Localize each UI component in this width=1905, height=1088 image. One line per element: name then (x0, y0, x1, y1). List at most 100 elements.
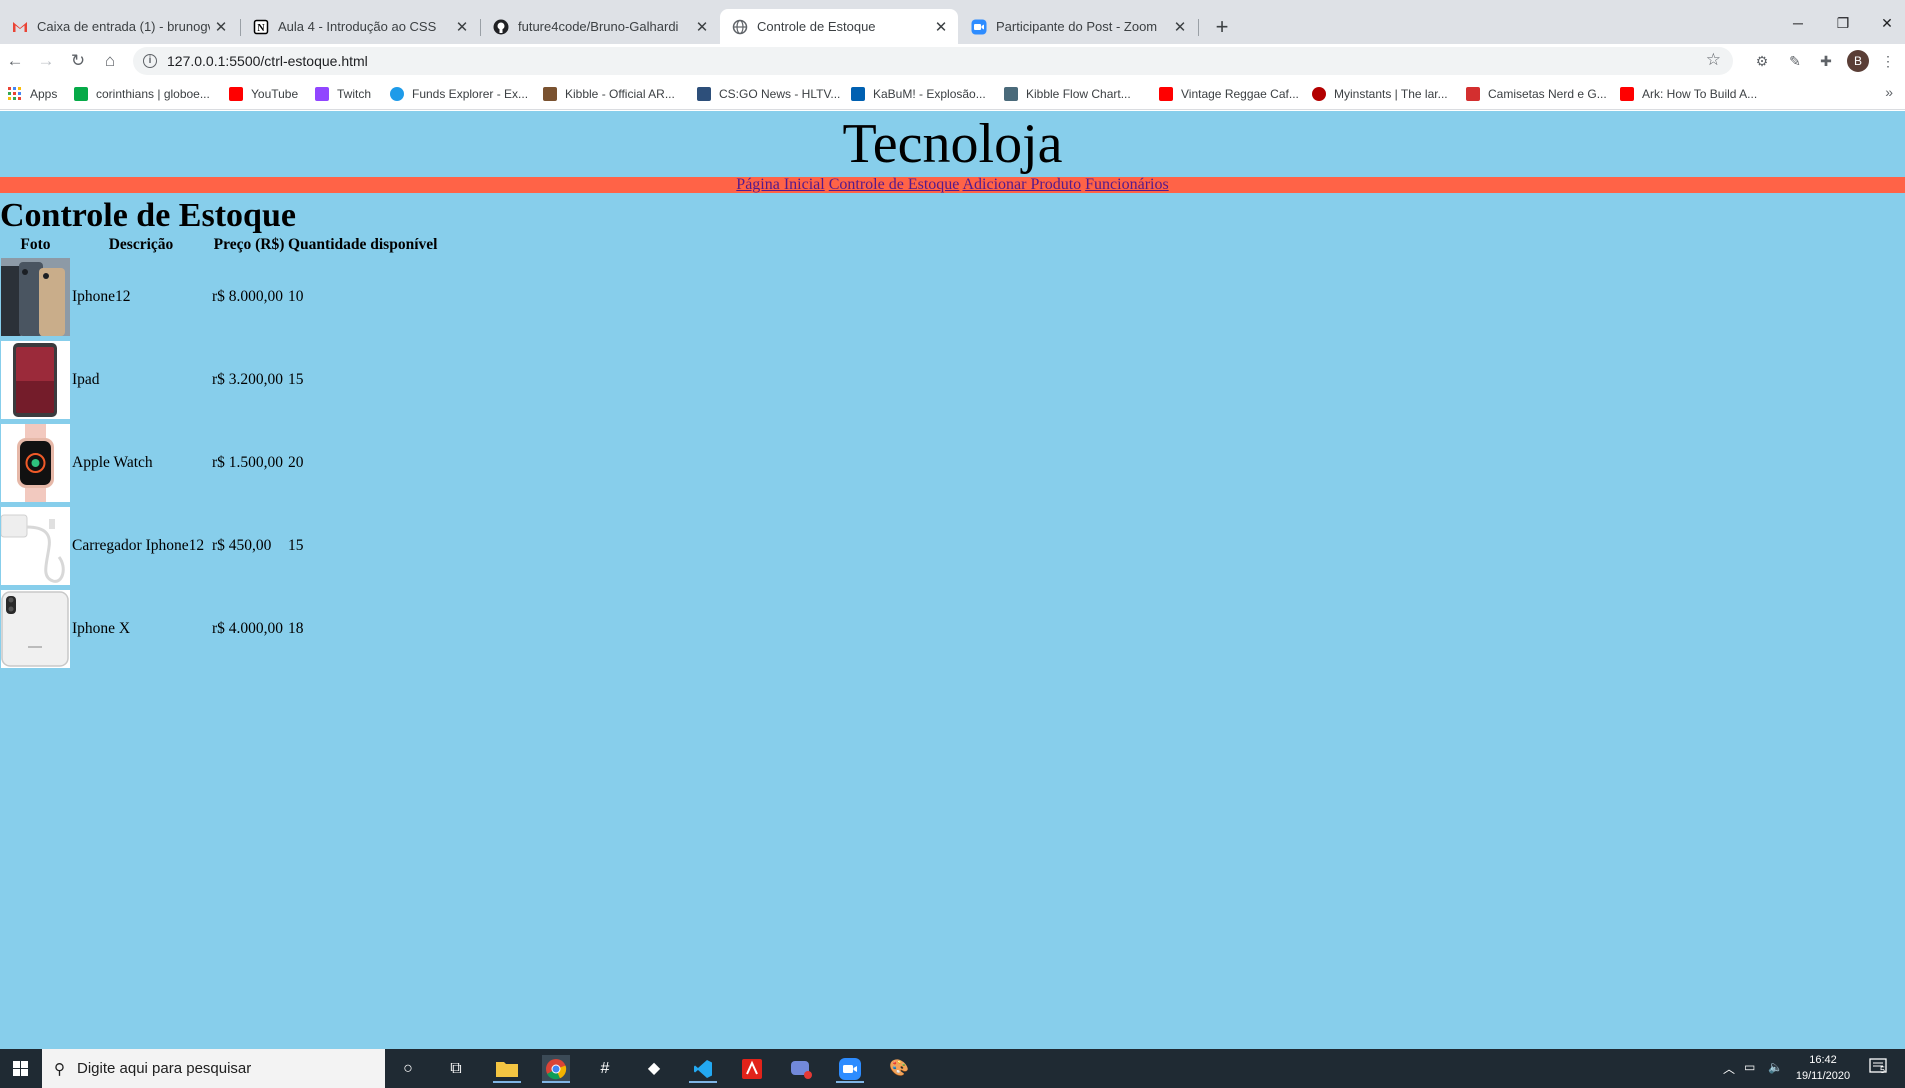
volume-icon[interactable]: 🔈 (1768, 1060, 1783, 1074)
eyedropper-icon[interactable]: ✎ (1785, 51, 1805, 71)
tab-title: future4code/Bruno-Galhardi (518, 19, 679, 34)
bookmark-label: Twitch (337, 87, 372, 101)
nav-link-adicionar-produto[interactable]: Adicionar Produto (962, 176, 1081, 193)
forward-icon[interactable]: → (33, 48, 59, 74)
page-content: Tecnoloja Página Inicial Controle de Est… (0, 111, 1905, 1049)
tab-separator (1198, 19, 1199, 36)
extensions-puzzle-icon[interactable]: ✚ (1816, 51, 1836, 71)
bookmark-label: Kibble Flow Chart... (1026, 87, 1131, 101)
bookmark-label: Myinstants | The lar... (1334, 87, 1448, 101)
quantity-cell: 20 (288, 453, 304, 471)
bookmark-globoesporte[interactable]: corinthians | globoe... (74, 84, 210, 104)
bookmark-myinstants[interactable]: Myinstants | The lar... (1312, 84, 1448, 104)
close-icon[interactable]: ✕ (691, 18, 713, 36)
tray-overflow-icon[interactable]: ︿ (1723, 1060, 1735, 1077)
nav-link-controle-estoque[interactable]: Controle de Estoque (829, 176, 960, 193)
close-icon[interactable]: ✕ (210, 18, 232, 36)
windows-start-button[interactable] (0, 1049, 42, 1088)
column-header-descricao: Descrição (108, 236, 174, 253)
bookmark-youtube[interactable]: YouTube (229, 84, 298, 104)
bookmarks-bar: Apps corinthians | globoe... YouTube Twi… (0, 78, 1905, 110)
url-text[interactable]: 127.0.0.1:5500/ctrl-estoque.html (167, 53, 368, 69)
ge-icon (74, 87, 88, 101)
restore-icon[interactable]: ❐ (1823, 10, 1863, 36)
bookmark-twitch[interactable]: Twitch (315, 84, 371, 104)
discord-icon[interactable] (787, 1055, 815, 1083)
minimize-icon[interactable]: ─ (1778, 10, 1818, 36)
reload-icon[interactable]: ↻ (65, 48, 91, 74)
bookmark-vintage-reggae[interactable]: Vintage Reggae Caf... (1159, 84, 1299, 104)
price-cell: r$ 450,00 (212, 536, 272, 554)
youtube-icon (229, 87, 243, 101)
tray-clock[interactable]: 16:42 19/11/2020 (1788, 1052, 1858, 1084)
file-explorer-icon[interactable] (493, 1055, 521, 1083)
description-cell: Iphone12 (72, 287, 131, 305)
globe-icon (732, 19, 748, 35)
bookmark-kibble[interactable]: Kibble - Official AR... (543, 84, 675, 104)
tab-zoom[interactable]: Participante do Post - Zoom ✕ (959, 9, 1197, 44)
kibble-icon (543, 87, 557, 101)
home-icon[interactable]: ⌂ (97, 48, 123, 74)
site-nav: Página Inicial Controle de Estoque Adici… (0, 177, 1905, 193)
menu-kebab-icon[interactable]: ⋮ (1878, 51, 1898, 71)
slack-icon[interactable]: # (591, 1055, 619, 1083)
tab-notion[interactable]: N Aula 4 - Introdução ao CSS ✕ (241, 9, 479, 44)
window-close-icon[interactable]: ✕ (1867, 10, 1905, 36)
bookmark-camisetas[interactable]: Camisetas Nerd e G... (1466, 84, 1607, 104)
close-icon[interactable]: ✕ (1169, 18, 1191, 36)
nav-link-pagina-inicial[interactable]: Página Inicial (736, 176, 824, 193)
paint-icon[interactable]: 🎨 (885, 1055, 913, 1083)
network-icon[interactable]: ▭ (1744, 1060, 1755, 1074)
acrobat-icon[interactable] (738, 1055, 766, 1083)
cortana-icon[interactable]: ○ (394, 1055, 422, 1083)
tab-gmail[interactable]: Caixa de entrada (1) - brunogvall ✕ (0, 9, 238, 44)
table-row: Iphone X r$ 4.000,00 18 (0, 587, 438, 670)
column-header-preco: Preço (R$) (213, 236, 285, 253)
gmail-icon (12, 19, 28, 35)
zoom-taskbar-icon[interactable] (836, 1055, 864, 1083)
git-kraken-icon[interactable]: ◆ (640, 1055, 668, 1083)
bookmark-label: Kibble - Official AR... (565, 87, 675, 101)
close-icon[interactable]: ✕ (930, 18, 952, 36)
site-title: Tecnoloja (842, 113, 1063, 175)
notifications-icon[interactable]: 5 (1869, 1058, 1889, 1079)
ipad-photo (1, 340, 70, 419)
description-cell: Carregador Iphone12 (72, 536, 205, 554)
tab-github[interactable]: future4code/Bruno-Galhardi ✕ (481, 9, 719, 44)
bookmark-hltv[interactable]: CS:GO News - HLTV... (697, 84, 840, 104)
bookmark-star-icon[interactable]: ☆ (1706, 50, 1721, 70)
photo-cell (0, 255, 71, 338)
new-tab-button[interactable]: + (1208, 14, 1236, 42)
clock-date: 19/11/2020 (1795, 1070, 1851, 1082)
tab-title: Caixa de entrada (1) - brunogvall (37, 19, 210, 34)
bookmark-kabum[interactable]: KaBuM! - Explosão... (851, 84, 986, 104)
extension-gear-icon[interactable]: ⚙ (1752, 51, 1772, 71)
column-header-quantidade: Quantidade disponível (288, 236, 438, 253)
price-cell: r$ 1.500,00 (212, 453, 284, 471)
bookmark-label: KaBuM! - Explosão... (873, 87, 986, 101)
vscode-icon[interactable] (689, 1055, 717, 1083)
iphone12-photo (1, 257, 70, 336)
task-view-icon[interactable]: ⧉ (442, 1055, 470, 1083)
nav-link-funcionarios[interactable]: Funcionários (1085, 176, 1169, 193)
photo-cell (0, 421, 71, 504)
bookmark-ark[interactable]: Ark: How To Build A... (1620, 84, 1757, 104)
bookmark-apps[interactable]: Apps (8, 84, 57, 104)
section-title: Controle de Estoque (0, 197, 296, 234)
bookmark-funds-explorer[interactable]: Funds Explorer - Ex... (390, 84, 528, 104)
price-cell: r$ 8.000,00 (212, 287, 284, 305)
chrome-icon[interactable] (542, 1055, 570, 1083)
description-cell: Apple Watch (72, 453, 153, 471)
quantity-cell: 18 (288, 619, 304, 637)
close-icon[interactable]: ✕ (451, 18, 473, 36)
camisetas-icon (1466, 87, 1480, 101)
taskbar-search-box[interactable]: ⚲ Digite aqui para pesquisar (42, 1049, 385, 1088)
back-icon[interactable]: ← (2, 48, 28, 74)
site-info-icon[interactable]: i (143, 54, 157, 68)
address-bar[interactable]: i 127.0.0.1:5500/ctrl-estoque.html ☆ (133, 47, 1733, 75)
kabum-icon (851, 87, 865, 101)
tab-controle-estoque[interactable]: Controle de Estoque ✕ (720, 9, 958, 44)
profile-avatar[interactable]: B (1847, 50, 1869, 72)
bookmark-kibble-flow[interactable]: Kibble Flow Chart... (1004, 84, 1131, 104)
bookmarks-overflow-icon[interactable]: » (1885, 84, 1893, 100)
